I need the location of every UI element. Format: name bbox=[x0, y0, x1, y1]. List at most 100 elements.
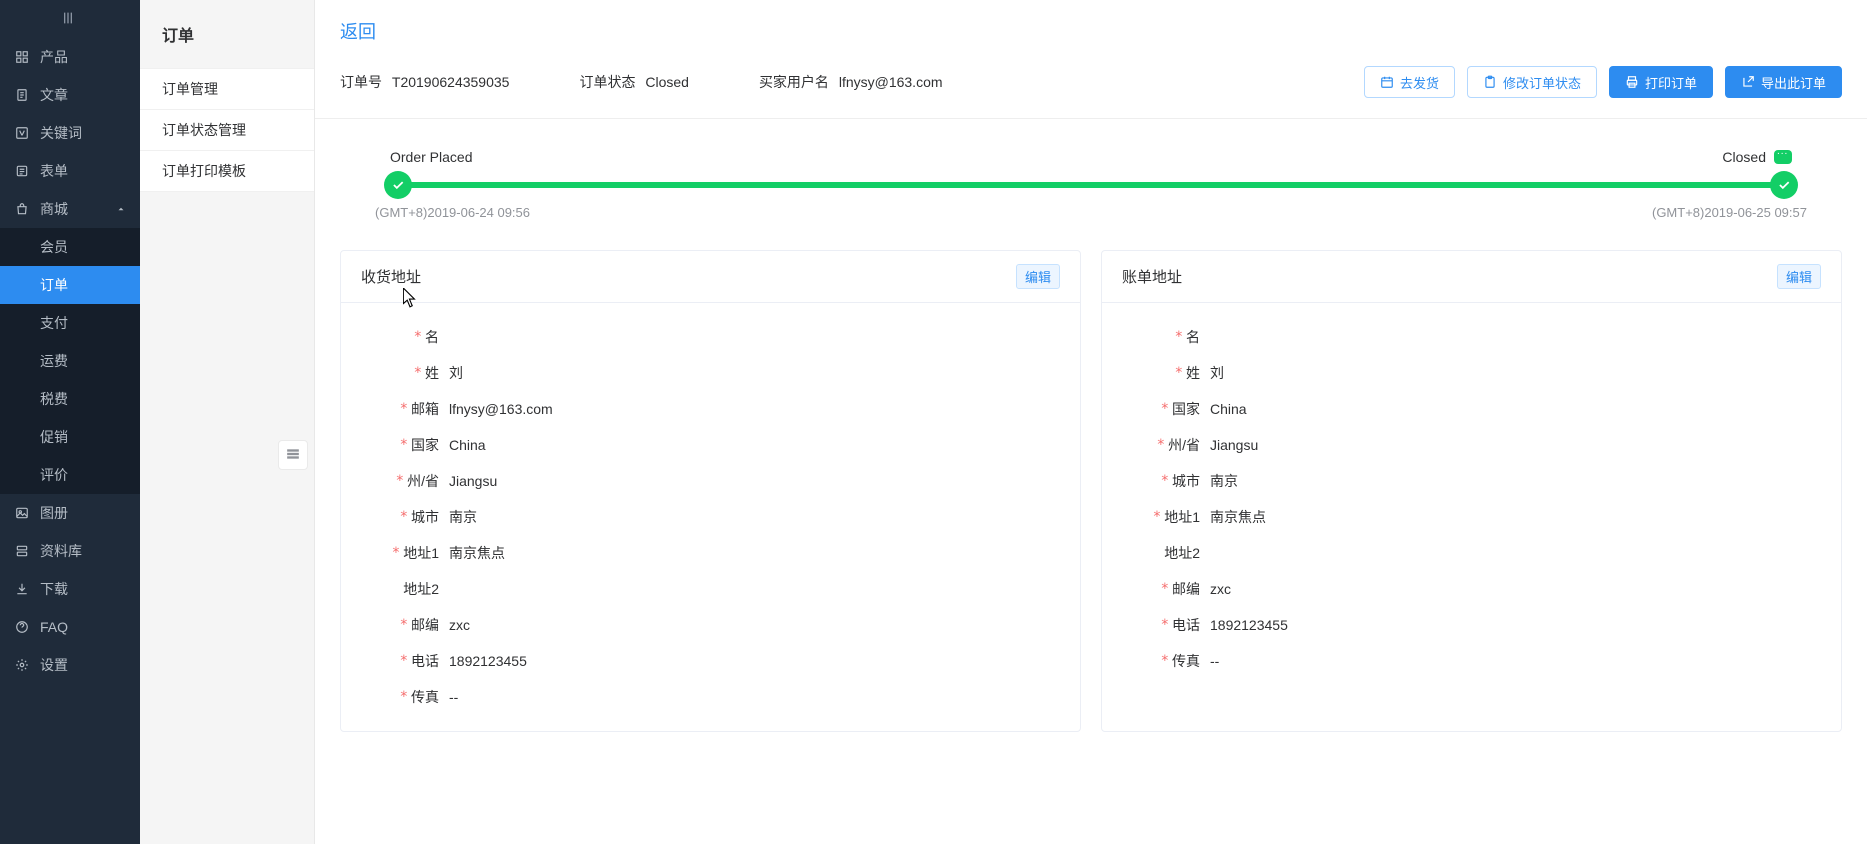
required-mark: * bbox=[1161, 653, 1169, 669]
sidebar-item-3[interactable]: 表单 bbox=[0, 152, 140, 190]
sidebar-item-label: 文章 bbox=[40, 85, 68, 105]
field-value: -- bbox=[1210, 653, 1219, 669]
sidebar-subitem-4-2[interactable]: 支付 bbox=[0, 304, 140, 342]
shipping-edit-link[interactable]: 编辑 bbox=[1016, 264, 1060, 289]
field-value: China bbox=[1210, 401, 1247, 417]
order-no-label: 订单号 bbox=[340, 74, 382, 90]
secondary-nav-1[interactable]: 订单状态管理 bbox=[140, 110, 314, 151]
field-label-text: 国家 bbox=[411, 435, 439, 455]
field-row: *城市南京 bbox=[361, 499, 1060, 535]
field-label: *名 bbox=[1122, 327, 1210, 347]
field-label-text: 地址2 bbox=[1164, 543, 1200, 563]
sidebar-item-1[interactable]: 文章 bbox=[0, 76, 140, 114]
field-row: *电话1892123455 bbox=[361, 643, 1060, 679]
field-label-text: 邮编 bbox=[1172, 579, 1200, 599]
field-row: *州/省Jiangsu bbox=[1122, 427, 1821, 463]
field-label-text: 名 bbox=[1186, 327, 1200, 347]
field-label: *姓 bbox=[1122, 363, 1210, 383]
sidebar-item-7[interactable]: 下载 bbox=[0, 570, 140, 608]
sidebar-subitem-4-1[interactable]: 订单 bbox=[0, 266, 140, 304]
sidebar-subitem-4-3[interactable]: 运费 bbox=[0, 342, 140, 380]
timeline-dot-end bbox=[1770, 171, 1798, 199]
field-label-text: 姓 bbox=[425, 363, 439, 383]
sidebar-item-9[interactable]: 设置 bbox=[0, 646, 140, 684]
timeline-right-status: Closed bbox=[1722, 149, 1766, 165]
doc-icon bbox=[14, 87, 30, 103]
field-row: *国家China bbox=[361, 427, 1060, 463]
required-mark: * bbox=[396, 473, 404, 489]
timeline-left-status: Order Placed bbox=[390, 149, 472, 165]
key-icon bbox=[14, 125, 30, 141]
chat-icon[interactable] bbox=[1774, 150, 1792, 164]
field-label: *名 bbox=[361, 327, 449, 347]
sidebar-item-6[interactable]: 资料库 bbox=[0, 532, 140, 570]
field-value: zxc bbox=[1210, 581, 1231, 597]
modify-status-button[interactable]: 修改订单状态 bbox=[1467, 66, 1597, 98]
secondary-nav-2[interactable]: 订单打印模板 bbox=[140, 151, 314, 192]
sidebar-item-4[interactable]: 商城 bbox=[0, 190, 140, 228]
field-label-text: 州/省 bbox=[407, 471, 439, 491]
field-row: *传真-- bbox=[361, 679, 1060, 715]
order-status: 订单状态 Closed bbox=[579, 72, 688, 92]
field-label-text: 传真 bbox=[411, 687, 439, 707]
field-row: *名 bbox=[1122, 319, 1821, 355]
sidebar-item-8[interactable]: FAQ bbox=[0, 608, 140, 646]
sidebar-item-5[interactable]: 图册 bbox=[0, 494, 140, 532]
sidebar-item-label: 下载 bbox=[40, 579, 68, 599]
sidebar-item-label: 资料库 bbox=[40, 541, 82, 561]
required-mark: * bbox=[400, 437, 408, 453]
order-status-value: Closed bbox=[645, 74, 689, 90]
field-value: zxc bbox=[449, 617, 470, 633]
required-mark: * bbox=[414, 329, 422, 345]
required-mark: * bbox=[400, 401, 408, 417]
sidebar-subitem-4-0[interactable]: 会员 bbox=[0, 228, 140, 266]
download-icon bbox=[14, 581, 30, 597]
sidebar-item-label: 图册 bbox=[40, 503, 68, 523]
sidebar-subitem-4-6[interactable]: 评价 bbox=[0, 456, 140, 494]
sidebar-item-label: 关键词 bbox=[40, 123, 82, 143]
print-button-label: 打印订单 bbox=[1645, 73, 1697, 92]
sidebar-item-label: 表单 bbox=[40, 161, 68, 181]
field-label-text: 邮箱 bbox=[411, 399, 439, 419]
field-row: *邮编 zxc bbox=[1122, 571, 1821, 607]
field-label: *传真 bbox=[1122, 651, 1210, 671]
billing-edit-link[interactable]: 编辑 bbox=[1777, 264, 1821, 289]
required-mark: * bbox=[1175, 365, 1183, 381]
sidebar-collapse-button[interactable] bbox=[0, 0, 140, 38]
secondary-nav-0[interactable]: 订单管理 bbox=[140, 68, 314, 110]
sidebar-subitem-4-5[interactable]: 促销 bbox=[0, 418, 140, 456]
field-row: *国家China bbox=[1122, 391, 1821, 427]
field-value: 刘 bbox=[449, 363, 463, 383]
side-toggle-handle[interactable] bbox=[278, 440, 308, 470]
field-label: *州/省 bbox=[361, 471, 449, 491]
sidebar-item-2[interactable]: 关键词 bbox=[0, 114, 140, 152]
required-mark: * bbox=[1153, 509, 1161, 525]
field-label-text: 地址2 bbox=[403, 579, 439, 599]
sidebar-item-label: 产品 bbox=[40, 47, 68, 67]
required-mark: * bbox=[392, 545, 400, 561]
gear-icon bbox=[14, 657, 30, 673]
field-label: *姓 bbox=[361, 363, 449, 383]
export-button[interactable]: 导出此订单 bbox=[1725, 66, 1842, 98]
back-link[interactable]: 返回 bbox=[340, 22, 376, 42]
required-mark: * bbox=[1161, 581, 1169, 597]
timeline-track bbox=[390, 165, 1792, 205]
field-row: *姓刘 bbox=[361, 355, 1060, 391]
field-value: Jiangsu bbox=[1210, 437, 1258, 453]
print-button[interactable]: 打印订单 bbox=[1609, 66, 1713, 98]
required-mark: * bbox=[400, 689, 408, 705]
field-label: *地址1 bbox=[1122, 507, 1210, 527]
timeline-left-date: (GMT+8)2019-06-24 09:56 bbox=[375, 205, 530, 220]
collapse-icon bbox=[62, 10, 78, 29]
field-label: *城市 bbox=[361, 507, 449, 527]
sidebar-subitem-4-4[interactable]: 税费 bbox=[0, 380, 140, 418]
list-icon bbox=[286, 447, 300, 464]
ship-button[interactable]: 去发货 bbox=[1364, 66, 1455, 98]
field-row: *地址1南京焦点 bbox=[1122, 499, 1821, 535]
shipping-title: 收货地址 bbox=[361, 266, 421, 287]
order-status-label: 订单状态 bbox=[579, 74, 635, 90]
required-mark: * bbox=[414, 365, 422, 381]
field-value: 1892123455 bbox=[449, 653, 527, 669]
sidebar-item-0[interactable]: 产品 bbox=[0, 38, 140, 76]
field-label: *国家 bbox=[1122, 399, 1210, 419]
